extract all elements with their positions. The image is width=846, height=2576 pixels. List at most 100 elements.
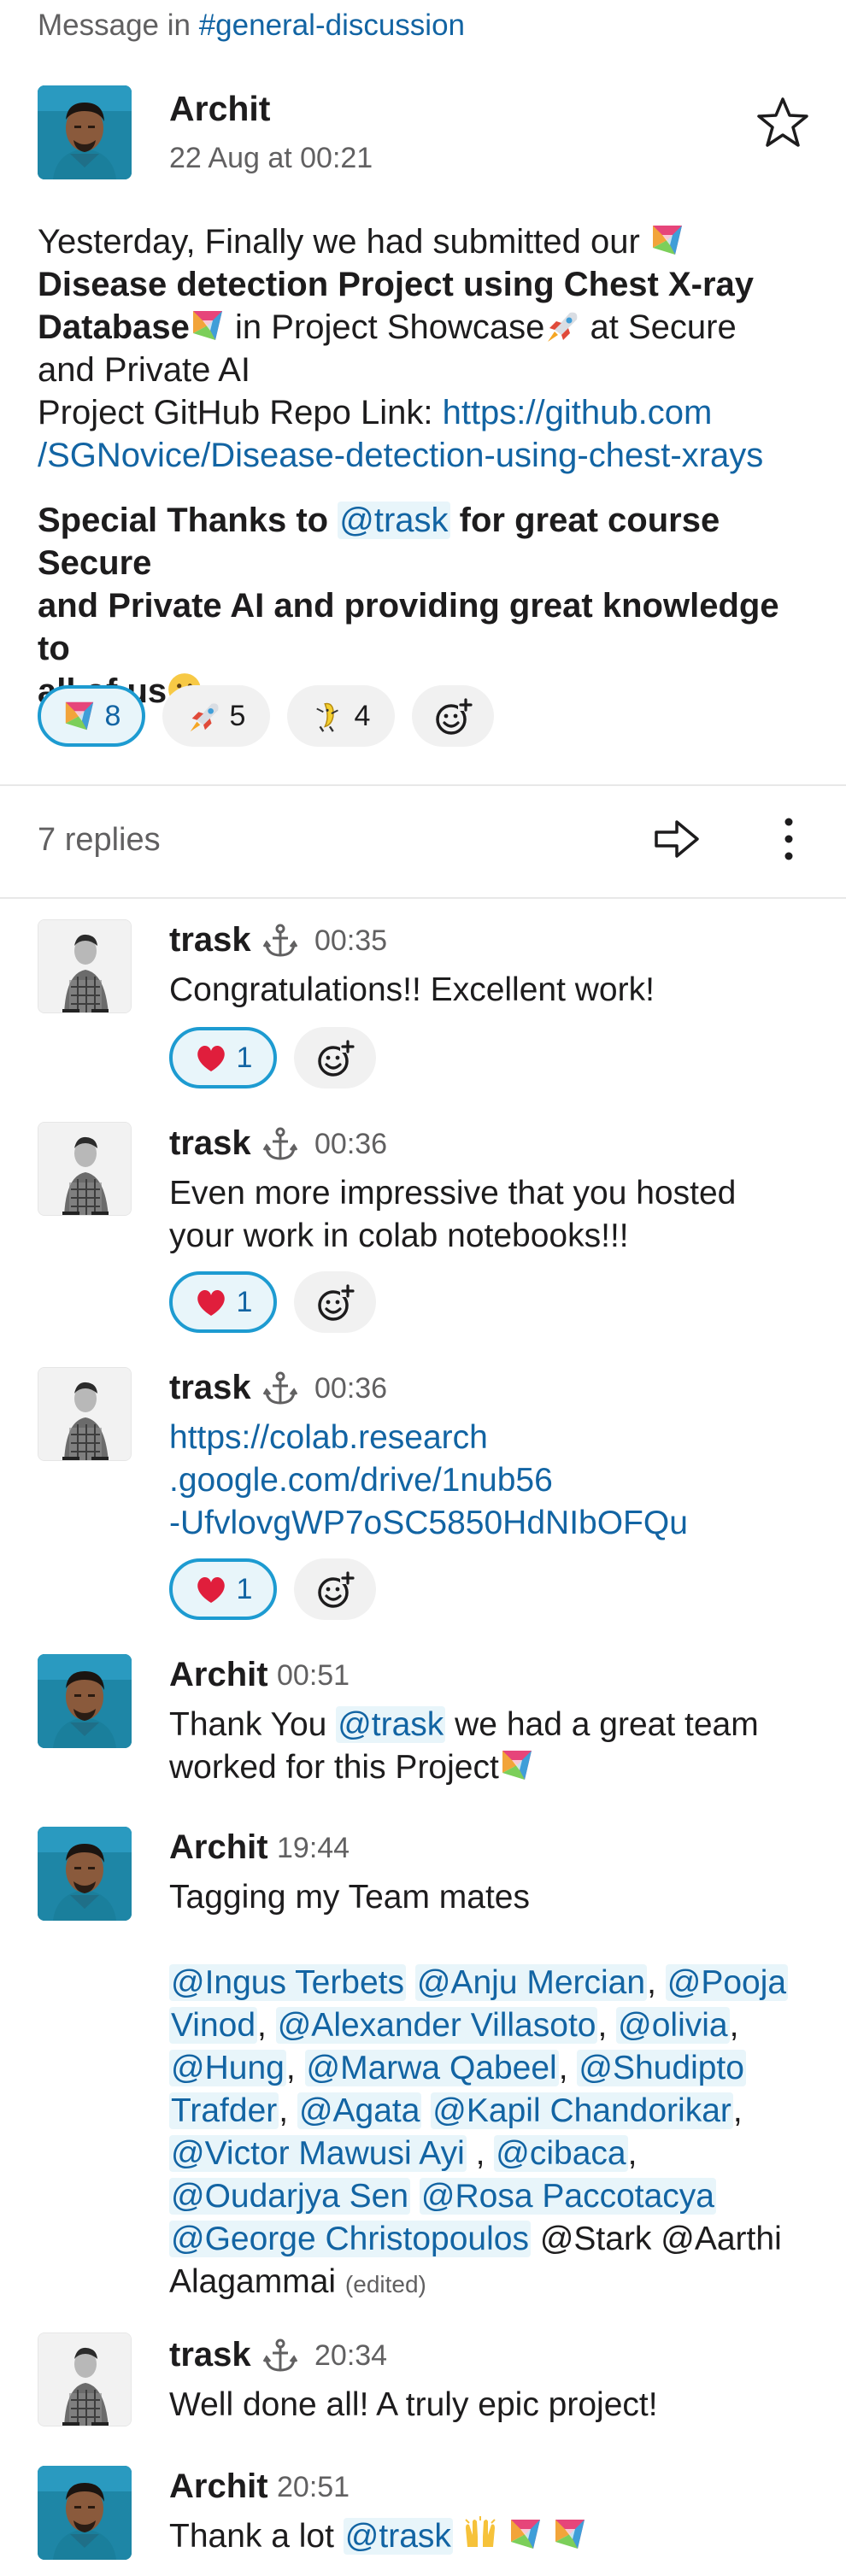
reaction-banana[interactable]: 4 bbox=[287, 685, 395, 747]
channel-link[interactable]: #general-discussion bbox=[199, 9, 465, 42]
reply-author[interactable]: trask bbox=[169, 921, 251, 959]
add-reaction-button[interactable] bbox=[294, 1027, 376, 1088]
avatar[interactable] bbox=[38, 919, 132, 1013]
add-reaction-icon bbox=[318, 1283, 355, 1321]
message-author[interactable]: Archit bbox=[169, 89, 270, 129]
reactions-bar: 1 bbox=[169, 1558, 376, 1620]
reply-timestamp[interactable]: 00:51 bbox=[277, 1659, 350, 1693]
mention-user[interactable]: @cibaca bbox=[494, 2135, 628, 2172]
mention-user[interactable]: Trafder bbox=[169, 2092, 279, 2129]
reaction-heart[interactable]: 1 bbox=[169, 1271, 277, 1333]
star-icon[interactable] bbox=[755, 96, 810, 150]
avatar[interactable] bbox=[38, 1367, 132, 1461]
divider bbox=[0, 897, 846, 899]
pyramid-emoji-icon bbox=[65, 701, 93, 731]
mention-trask[interactable]: @trask bbox=[343, 2518, 453, 2555]
message-line: Disease detection Project using Chest X-… bbox=[38, 266, 755, 303]
reply-author[interactable]: trask bbox=[169, 2336, 251, 2374]
share-icon[interactable] bbox=[651, 813, 702, 865]
message-line: Yesterday, Finally we had submitted our bbox=[38, 220, 815, 263]
anchor-icon bbox=[262, 2338, 298, 2372]
mention-user[interactable]: @Kapil Chandorikar bbox=[431, 2092, 733, 2129]
avatar[interactable] bbox=[38, 2332, 132, 2426]
dancing-banana-emoji-icon bbox=[315, 702, 339, 733]
avatar[interactable] bbox=[38, 1654, 132, 1748]
repo-link[interactable]: https://github.com bbox=[443, 394, 713, 431]
reaction-heart[interactable]: 1 bbox=[169, 1558, 277, 1620]
reply-timestamp[interactable]: 00:35 bbox=[314, 924, 387, 958]
mention-user[interactable]: @Shudipto bbox=[577, 2050, 746, 2086]
mention-user[interactable]: @Pooja bbox=[665, 1964, 789, 2001]
colab-link[interactable]: https://colab.research .google.com/drive… bbox=[169, 1417, 819, 1545]
rocket-emoji-icon bbox=[190, 703, 219, 732]
avatar[interactable] bbox=[38, 1122, 132, 1216]
reply-text: Thank a lot @trask bbox=[169, 2515, 819, 2558]
mention-user[interactable]: @Alexander Villasoto bbox=[275, 2007, 598, 2044]
reply-author[interactable]: trask bbox=[169, 1369, 251, 1407]
reply-text: Even more impressive that you hosted you… bbox=[169, 1175, 737, 1254]
add-reaction-icon bbox=[436, 697, 473, 735]
reply-timestamp[interactable]: 20:34 bbox=[314, 2339, 387, 2373]
raised-hands-emoji-icon bbox=[464, 2516, 496, 2548]
repo-link[interactable]: /SGNovice/Disease-detection-using-chest-… bbox=[38, 437, 763, 474]
avatar[interactable] bbox=[38, 85, 132, 179]
anchor-icon bbox=[262, 1371, 298, 1405]
message-line: and Private AI bbox=[38, 351, 251, 389]
reactions-bar: 1 bbox=[169, 1027, 376, 1088]
mention-user[interactable]: @George Christopoulos bbox=[169, 2221, 531, 2257]
mention-user[interactable]: @Oudarjya Sen bbox=[169, 2178, 411, 2215]
reply-author[interactable]: trask bbox=[169, 1124, 251, 1163]
add-reaction-button[interactable] bbox=[412, 685, 494, 747]
mention-user[interactable]: @Agata bbox=[297, 2092, 422, 2129]
add-reaction-button[interactable] bbox=[294, 1558, 376, 1620]
heart-emoji-icon bbox=[197, 1046, 225, 1071]
reply-count: 7 replies bbox=[38, 822, 161, 858]
mention-trask[interactable]: @trask bbox=[338, 502, 450, 539]
reply-author[interactable]: Archit bbox=[169, 2467, 268, 2506]
mention-user[interactable]: @Hung bbox=[169, 2050, 286, 2086]
reply-text: Thank You @trask we had a great team wor… bbox=[169, 1706, 759, 1786]
mention-user[interactable]: @Victor Mawusi Ayi bbox=[169, 2135, 467, 2172]
message-body: Yesterday, Finally we had submitted our … bbox=[38, 220, 815, 713]
reactions-bar: 1 bbox=[169, 1271, 376, 1333]
reaction-heart[interactable]: 1 bbox=[169, 1027, 277, 1088]
more-actions-icon[interactable] bbox=[776, 813, 802, 865]
mention-user[interactable]: Vinod bbox=[169, 2007, 258, 2044]
reaction-rocket[interactable]: 5 bbox=[162, 685, 270, 747]
add-reaction-button[interactable] bbox=[294, 1271, 376, 1333]
avatar[interactable] bbox=[38, 1827, 132, 1921]
reply-author[interactable]: Archit bbox=[169, 1828, 268, 1867]
pyramid-emoji-icon bbox=[502, 1751, 532, 1780]
message-line: Database in Project Showcase at Secure bbox=[38, 308, 737, 346]
divider bbox=[0, 784, 846, 786]
edited-label: (edited) bbox=[344, 2271, 426, 2297]
mention-user[interactable]: @Anju Mercian bbox=[414, 1964, 648, 2001]
reply-timestamp[interactable]: 00:36 bbox=[314, 1128, 387, 1161]
mention-user[interactable]: @Rosa Paccotacya bbox=[419, 2178, 716, 2215]
reply-timestamp[interactable]: 20:51 bbox=[277, 2471, 350, 2504]
anchor-icon bbox=[262, 924, 298, 957]
reaction-pyramid[interactable]: 8 bbox=[38, 685, 145, 747]
message-line: Project GitHub Repo Link: https://github… bbox=[38, 394, 713, 431]
mention-user[interactable]: @Ingus Terbets bbox=[169, 1964, 407, 2001]
avatar[interactable] bbox=[38, 2466, 132, 2560]
heart-emoji-icon bbox=[197, 1290, 225, 1316]
context-prefix: Message in bbox=[38, 9, 191, 42]
mention-user[interactable]: @Marwa Qabeel bbox=[304, 2050, 559, 2086]
reply-timestamp[interactable]: 00:36 bbox=[314, 1372, 387, 1405]
mention-user[interactable]: @olivia bbox=[616, 2007, 730, 2044]
add-reaction-icon bbox=[318, 1570, 355, 1608]
pyramid-emoji-icon bbox=[555, 2520, 585, 2549]
reply-timestamp[interactable]: 19:44 bbox=[277, 1832, 350, 1865]
message-line: Special Thanks to @trask for great cours… bbox=[38, 502, 720, 582]
pyramid-emoji-icon bbox=[510, 2520, 540, 2549]
message-line: /SGNovice/Disease-detection-using-chest-… bbox=[38, 434, 815, 477]
message-timestamp[interactable]: 22 Aug at 00:21 bbox=[169, 142, 373, 175]
message-line: and Private AI and providing great knowl… bbox=[38, 587, 779, 667]
reply-author[interactable]: Archit bbox=[169, 1656, 268, 1694]
reply-text: Congratulations!! Excellent work! bbox=[169, 971, 655, 1008]
heart-emoji-icon bbox=[197, 1577, 225, 1603]
add-reaction-icon bbox=[318, 1039, 355, 1077]
mention-trask[interactable]: @trask bbox=[336, 1706, 446, 1743]
